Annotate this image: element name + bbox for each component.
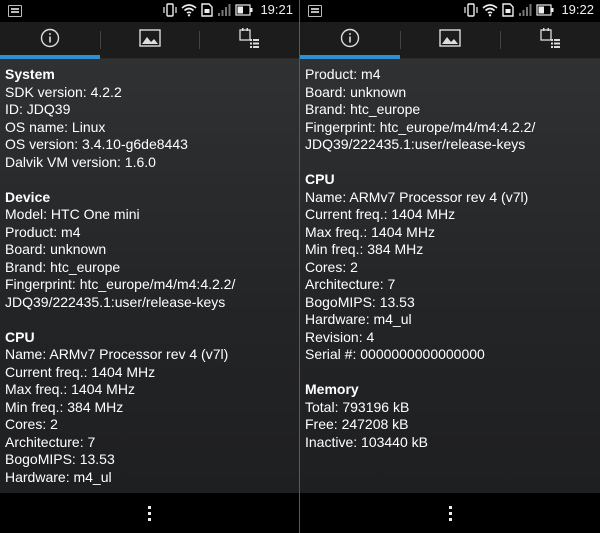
navigation-bar [0, 493, 299, 533]
tab-info[interactable] [0, 22, 100, 59]
image-icon [138, 28, 161, 52]
info-line: Board: unknown [305, 83, 407, 100]
info-line: JDQ39/222435.1:user/release-keys [5, 293, 226, 310]
section-device-continued: Product: m4 Board: unknown Brand: htc_eu… [305, 66, 595, 154]
info-line: Current freq.: 1404 MHz [5, 363, 156, 380]
section-cpu: CPU Name: ARMv7 Processor rev 4 (v7l) Cu… [5, 329, 294, 487]
info-line: Name: ARMv7 Processor rev 4 (v7l) [5, 346, 229, 362]
section-system: System SDK version: 4.2.2 ID: JDQ39 OS n… [5, 66, 294, 171]
sim-icon [201, 2, 214, 17]
info-line: SDK version: 4.2.2 [5, 83, 122, 100]
info-line: Min freq.: 384 MHz [5, 398, 124, 415]
section-title: CPU [305, 171, 335, 187]
left-phone-screen: 19:21 System SDK version: 4.2.2 ID: JDQ3… [0, 0, 300, 533]
info-line: Fingerprint: htc_europe/m4/m4:4.2.2/ [305, 118, 536, 135]
overflow-menu-icon[interactable] [448, 505, 452, 521]
info-line: Architecture: 7 [305, 276, 396, 292]
section-title: Device [5, 188, 51, 205]
wifi-icon [181, 3, 197, 17]
navigation-bar [300, 493, 600, 533]
image-icon [439, 28, 461, 52]
info-line: ID: JDQ39 [5, 101, 71, 117]
status-bar: 19:22 [300, 0, 600, 22]
info-line: Free: 247208 kB [305, 416, 409, 432]
info-line: Inactive: 103440 kB [305, 433, 428, 450]
signal-icon [518, 3, 532, 17]
status-time: 19:21 [260, 2, 293, 17]
info-line: Max freq.: 1404 MHz [5, 381, 135, 397]
info-line: Brand: htc_europe [305, 101, 421, 117]
tab-tasks[interactable] [500, 22, 600, 58]
info-icon [40, 28, 60, 53]
signal-icon [217, 3, 231, 17]
info-line: OS version: 3.4.10-g6de8443 [5, 136, 188, 152]
info-line: BogoMIPS: 13.53 [305, 293, 415, 310]
right-phone-screen: 19:22 Product: m4 Board: unknown Brand: … [300, 0, 600, 533]
tab-tasks[interactable] [199, 22, 299, 58]
info-line: Architecture: 7 [5, 433, 96, 450]
tab-display[interactable] [99, 22, 200, 58]
status-time: 19:22 [561, 2, 594, 17]
info-content: System SDK version: 4.2.2 ID: JDQ39 OS n… [0, 59, 299, 493]
notification-icon [8, 5, 22, 17]
tab-bar [0, 22, 299, 59]
info-line: Max freq.: 1404 MHz [305, 223, 435, 240]
info-line: Cores: 2 [305, 258, 358, 275]
info-line: BogoMIPS: 13.53 [5, 451, 115, 467]
info-icon [340, 28, 360, 53]
battery-icon [235, 3, 253, 16]
section-cpu: CPU Name: ARMv7 Processor rev 4 (v7l) Cu… [305, 171, 595, 364]
tasks-icon [539, 27, 561, 54]
section-memory: Memory Total: 793196 kB Free: 247208 kB … [305, 381, 595, 451]
info-line: Hardware: m4_ul [5, 468, 112, 485]
info-line: Cores: 2 [5, 416, 58, 432]
wifi-icon [482, 3, 498, 17]
info-line: Board: unknown [5, 241, 107, 257]
overflow-menu-icon[interactable] [148, 505, 151, 521]
info-line: Current freq.: 1404 MHz [305, 206, 456, 222]
info-line: Min freq.: 384 MHz [305, 241, 424, 257]
section-title: CPU [5, 328, 35, 345]
tab-info[interactable] [300, 22, 400, 59]
battery-icon [536, 3, 554, 16]
info-line: Total: 793196 kB [305, 398, 410, 415]
section-title: System [5, 66, 55, 82]
info-line: Dalvik VM version: 1.6.0 [5, 153, 156, 170]
info-line: JDQ39/222435.1:user/release-keys [305, 136, 526, 152]
status-bar: 19:21 [0, 0, 299, 22]
notification-icon [308, 5, 322, 17]
tab-bar [300, 22, 600, 59]
tasks-icon [238, 27, 260, 54]
info-content: Product: m4 Board: unknown Brand: htc_eu… [300, 59, 600, 493]
section-title: Memory [305, 381, 359, 397]
info-line: Model: HTC One mini [5, 206, 140, 222]
sim-icon [502, 2, 515, 17]
info-line: OS name: Linux [5, 118, 106, 135]
info-line: Fingerprint: htc_europe/m4/m4:4.2.2/ [5, 276, 236, 292]
vibrate-icon [464, 2, 479, 17]
info-line: Revision: 4 [305, 328, 375, 345]
info-line: Product: m4 [5, 223, 81, 240]
section-device: Device Model: HTC One mini Product: m4 B… [5, 189, 294, 312]
tab-display[interactable] [400, 22, 500, 58]
info-line: Hardware: m4_ul [305, 311, 412, 327]
info-line: Serial #: 0000000000000000 [305, 346, 485, 362]
info-line: Product: m4 [305, 66, 381, 82]
info-line: Name: ARMv7 Processor rev 4 (v7l) [305, 188, 529, 205]
vibrate-icon [163, 2, 178, 17]
info-line: Brand: htc_europe [5, 258, 121, 275]
